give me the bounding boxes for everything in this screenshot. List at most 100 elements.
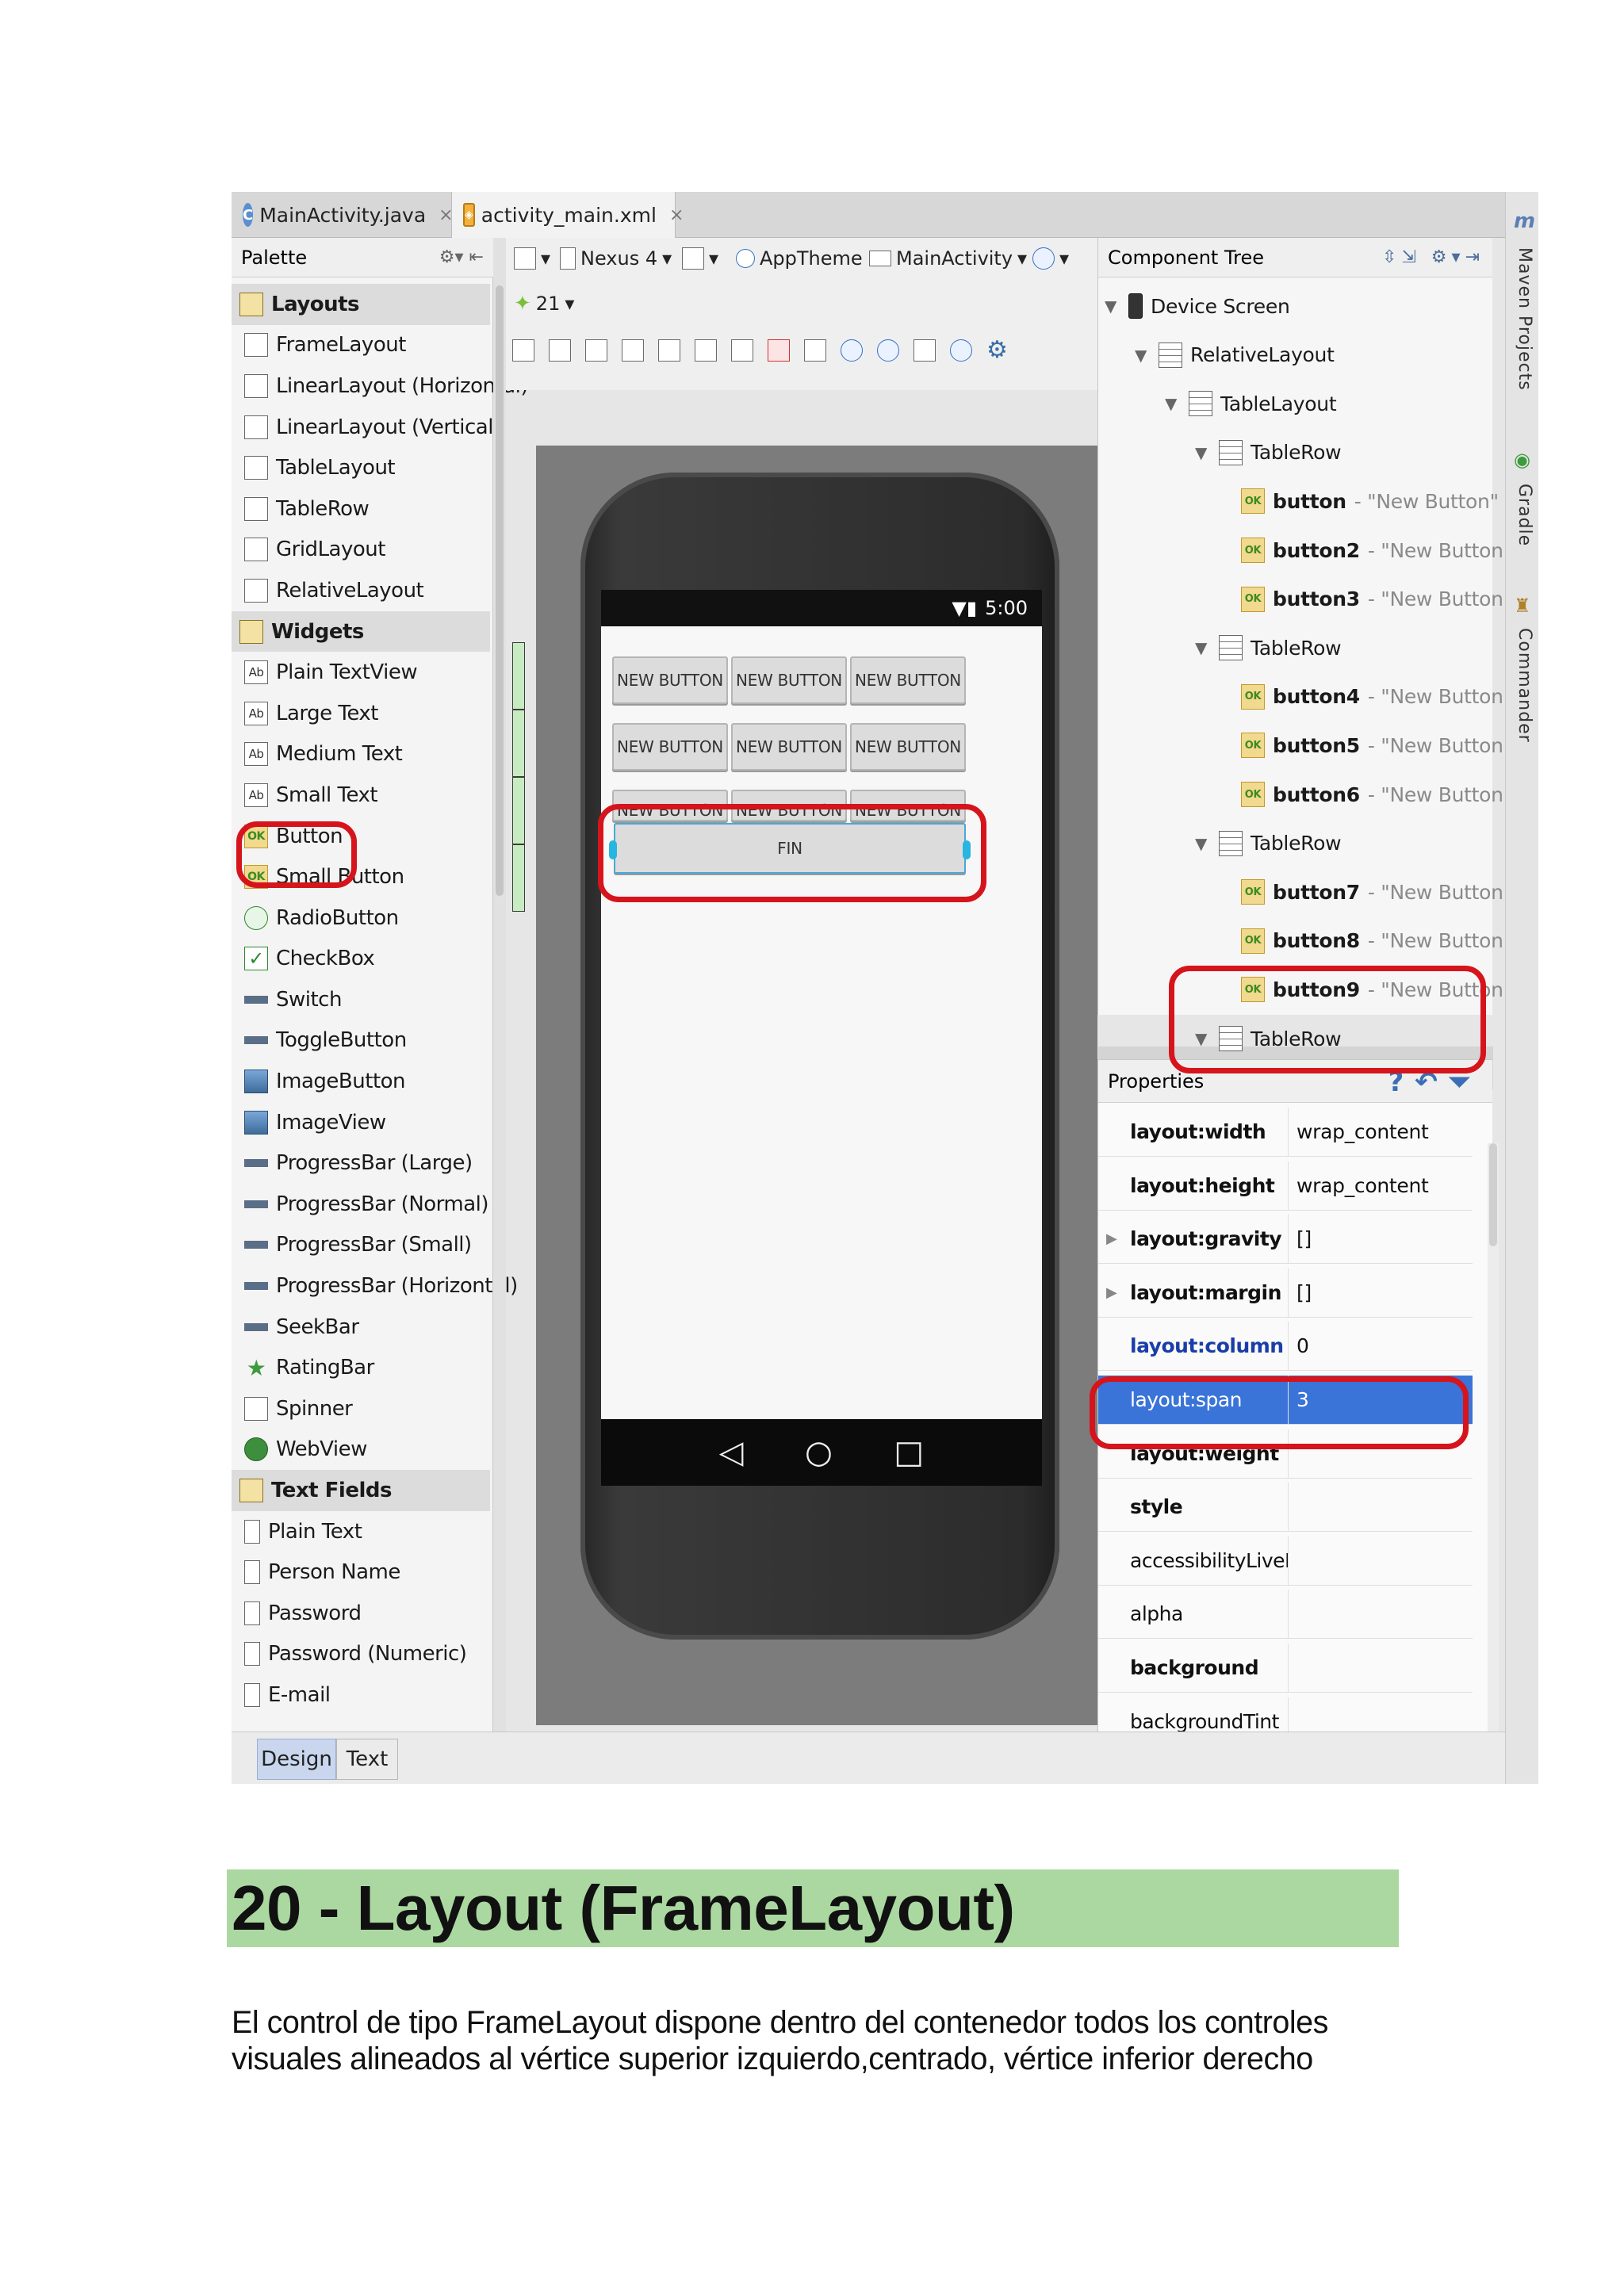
palette-item[interactable]: ProgressBar (Small) — [232, 1225, 490, 1266]
palette-category[interactable]: Layouts — [232, 284, 490, 325]
palette-item[interactable]: ProgressBar (Normal) — [232, 1184, 490, 1225]
palette-item[interactable]: Ab Medium Text — [232, 734, 490, 775]
preview-button[interactable]: NEW BUTTON — [850, 790, 966, 821]
tree-node-button[interactable]: OK button7 - "New Button" — [1241, 871, 1512, 913]
selection-handle[interactable] — [609, 840, 617, 859]
columns-icon[interactable] — [658, 339, 680, 362]
palette-item[interactable]: RadioButton — [232, 897, 490, 939]
preview-button[interactable]: NEW BUTTON — [731, 723, 847, 771]
gradle-tab[interactable]: Gradle — [1515, 484, 1534, 546]
property-row[interactable]: layout:column 0 — [1098, 1322, 1473, 1372]
property-row[interactable]: ▶ layout:gravity[] — [1098, 1215, 1473, 1265]
property-row[interactable]: layout:width wrap_content — [1098, 1108, 1473, 1157]
palette-item[interactable]: Ab Plain TextView — [232, 652, 490, 693]
fin-button[interactable]: FIN — [614, 823, 966, 874]
selection-handle[interactable] — [963, 840, 971, 859]
expand-triangle-icon[interactable]: ▼ — [1165, 394, 1181, 413]
palette-item[interactable]: FrameLayout — [232, 325, 490, 366]
palette-item[interactable]: OK Small Button — [232, 856, 490, 897]
sum-icon[interactable] — [695, 339, 717, 362]
expand-arrow-icon[interactable]: ▶ — [1106, 1230, 1117, 1247]
property-row[interactable]: accessibilityLiveReg — [1098, 1536, 1473, 1586]
preview-button[interactable]: NEW BUTTON — [731, 790, 847, 821]
preview-button[interactable]: NEW BUTTON — [612, 723, 728, 771]
property-row[interactable]: ▶ layout:margin[] — [1098, 1268, 1473, 1318]
palette-item[interactable]: WebView — [232, 1429, 490, 1471]
margin-h-icon[interactable] — [585, 339, 607, 362]
property-value[interactable]: 3 — [1289, 1388, 1309, 1411]
delete-cell-icon[interactable] — [768, 339, 790, 362]
tree-node-button[interactable]: OK button9 - "New Button" — [1241, 969, 1512, 1010]
preview-button[interactable]: NEW BUTTON — [612, 790, 728, 821]
expand-triangle-icon[interactable]: ▼ — [1195, 1029, 1211, 1048]
palette-item[interactable]: Password (Numeric) — [232, 1634, 490, 1675]
palette-item[interactable]: LinearLayout (Vertical) — [232, 407, 501, 448]
palette-category[interactable]: Text Fields — [232, 1470, 490, 1511]
tree-node-container[interactable]: ▼ TableRow — [1195, 823, 1349, 864]
properties-scrollbar[interactable] — [1488, 1143, 1499, 1746]
preview-button[interactable]: NEW BUTTON — [612, 656, 728, 704]
fit-icon[interactable] — [512, 339, 534, 362]
palette-item[interactable]: Person Name — [232, 1552, 490, 1593]
tab-activity-main-xml[interactable]: ◈ activity_main.xml × — [452, 192, 684, 238]
palette-item[interactable]: GridLayout — [232, 530, 490, 571]
locale-globe-icon[interactable]: ▾ — [1032, 247, 1069, 270]
settings-gear-icon[interactable]: ⚙ — [986, 336, 1008, 364]
tab-text[interactable]: Text — [336, 1739, 398, 1780]
zoom-in-icon[interactable] — [841, 339, 863, 362]
tree-node-container[interactable]: ▼ TableRow — [1195, 432, 1349, 473]
distribute-icon[interactable] — [549, 339, 571, 362]
property-row[interactable]: layout:height wrap_content — [1098, 1161, 1473, 1211]
properties-tools-icon[interactable]: ?↶⏷ — [1388, 1066, 1481, 1098]
design-mode-icon[interactable]: ▾ — [514, 247, 550, 270]
tree-node-button[interactable]: OK button2 - "New Button" — [1241, 530, 1512, 571]
expand-triangle-icon[interactable]: ▼ — [1195, 638, 1211, 657]
commander-tab[interactable]: Commander — [1515, 628, 1534, 743]
expand-triangle-icon[interactable]: ▼ — [1135, 346, 1151, 365]
home-icon[interactable]: ○ — [805, 1437, 833, 1468]
palette-item[interactable]: ImageView — [232, 1102, 490, 1143]
expand-triangle-icon[interactable]: ▼ — [1195, 443, 1211, 462]
tree-node-button[interactable]: OK button3 - "New Button" — [1241, 579, 1512, 620]
palette-item[interactable]: LinearLayout (Horizontal) — [232, 365, 529, 407]
property-value[interactable]: 0 — [1289, 1334, 1309, 1357]
tree-node-container[interactable]: ▼ TableRow — [1195, 1018, 1349, 1059]
palette-item[interactable]: TableLayout — [232, 447, 490, 488]
palette-item[interactable]: ★ RatingBar — [232, 1347, 490, 1388]
palette-item[interactable]: ✓ CheckBox — [232, 939, 490, 980]
tree-node-container[interactable]: ▼ TableLayout — [1165, 383, 1344, 424]
palette-scrollbar[interactable] — [493, 238, 506, 1744]
palette-item[interactable]: Ab Small Text — [232, 775, 490, 816]
palette-category[interactable]: Widgets — [232, 610, 490, 652]
page-icon[interactable] — [914, 339, 936, 362]
expand-triangle-icon[interactable]: ▼ — [1195, 834, 1211, 853]
palette-item[interactable]: Switch — [232, 979, 490, 1020]
tree-node-button[interactable]: OK button6 - "New Button" — [1241, 774, 1512, 815]
palette-item[interactable]: ProgressBar (Horizontal) — [232, 1265, 518, 1307]
palette-settings-icon[interactable]: ⚙▾ ⇤ — [439, 247, 484, 267]
property-row[interactable]: style — [1098, 1483, 1473, 1533]
api-level-selector[interactable]: ✦ 21 ▾ — [514, 292, 574, 316]
tree-node-container[interactable]: ▼ RelativeLayout — [1135, 335, 1342, 376]
palette-item[interactable]: Plain Text — [232, 1511, 490, 1552]
palette-item[interactable]: ImageButton — [232, 1061, 490, 1102]
palette-item[interactable]: SeekBar — [232, 1307, 490, 1348]
tree-node-button[interactable]: OK button4 - "New Button" — [1241, 676, 1512, 718]
device-selector[interactable]: Nexus 4 ▾ — [560, 247, 672, 270]
property-value[interactable]: [] — [1289, 1281, 1312, 1304]
palette-item[interactable]: Password — [232, 1593, 490, 1634]
expand-triangle-icon[interactable]: ▼ — [1105, 297, 1120, 316]
maven-projects-tab[interactable]: Maven Projects — [1515, 247, 1534, 391]
tree-node-container[interactable]: ▼ Device Screen — [1105, 285, 1298, 327]
theme-selector[interactable]: AppTheme — [736, 247, 863, 270]
palette-item[interactable]: Ab Large Text — [232, 693, 490, 734]
tree-tools-icon[interactable]: ⇳⇲ ⚙▾⇥ — [1382, 247, 1484, 267]
close-icon[interactable]: × — [669, 205, 684, 225]
margin-v-icon[interactable] — [622, 339, 644, 362]
refresh-icon[interactable] — [950, 339, 972, 362]
tab-mainactivity-java[interactable]: C MainActivity.java × — [232, 192, 454, 238]
tree-node-button[interactable]: OK button8 - "New Button" — [1241, 920, 1512, 962]
property-row[interactable]: alpha — [1098, 1590, 1473, 1640]
orientation-icon[interactable]: ▾ — [682, 247, 718, 270]
tree-node-button[interactable]: OK button - "New Button" — [1241, 480, 1499, 522]
